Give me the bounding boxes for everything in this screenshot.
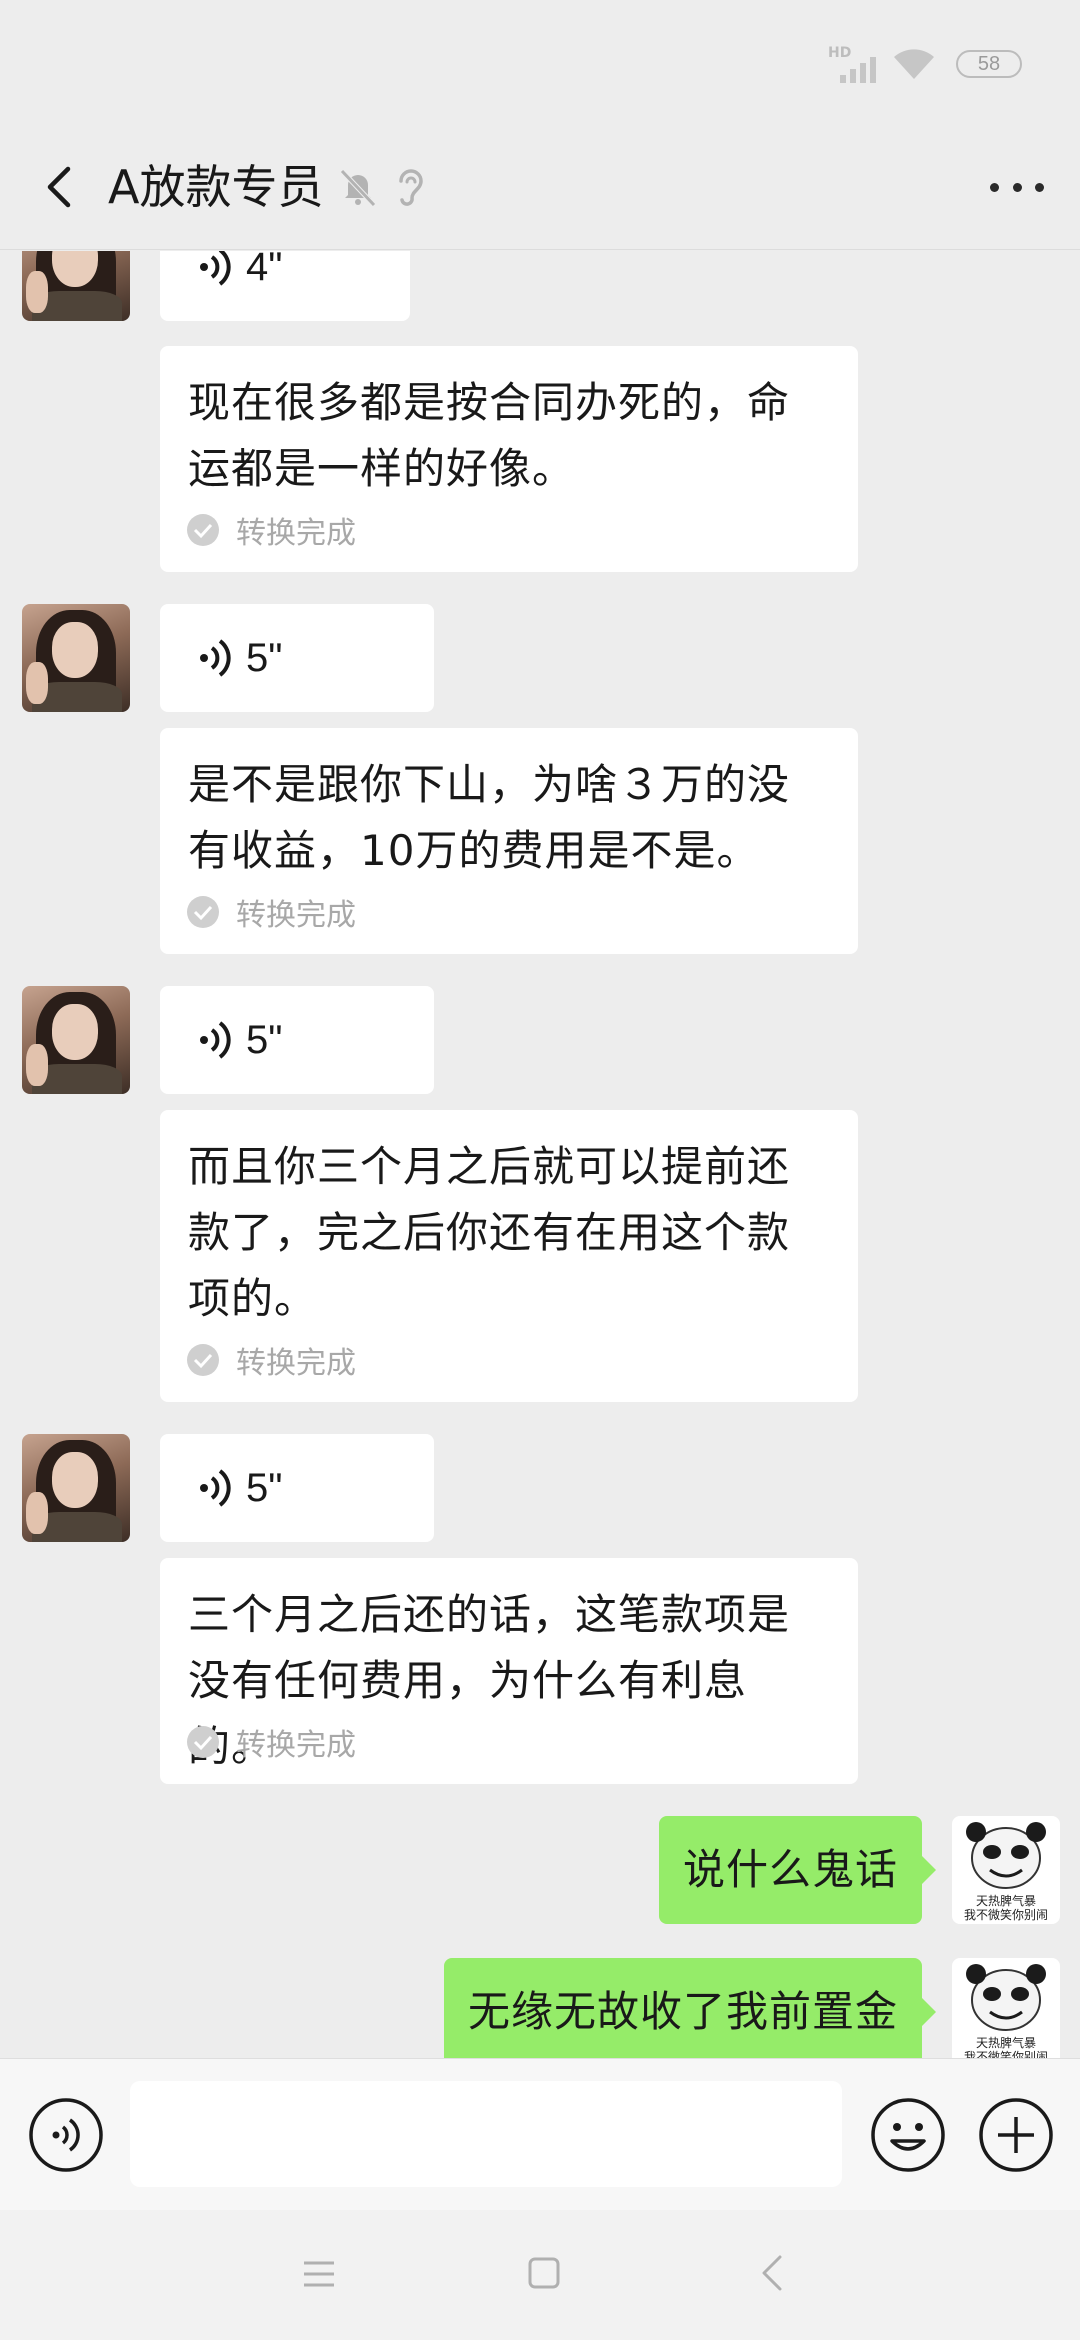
voice-transcript-bubble[interactable]: 是不是跟你下山，为啥３万的没有收益，10万的费用是不是。 转换完成 [160,728,858,954]
contact-avatar[interactable] [22,986,130,1094]
wifi-icon [894,49,934,79]
message-input-bar [0,2058,1080,2210]
voice-duration: 5" [246,635,283,680]
avatar-caption: 我不微笑你别闹 [963,1908,1048,1922]
avatar-caption: 天热脾气暴 [975,2036,1036,2050]
status-bar: HD 58 [0,0,1080,125]
more-icon[interactable] [982,171,1052,203]
avatar-caption: 天热脾气暴 [975,1894,1036,1908]
voice-message-bubble[interactable]: 5" [160,986,434,1094]
contact-avatar[interactable] [22,251,130,321]
avatar-caption: 我不微笑你别闹 [963,2050,1048,2058]
chat-header: A放款专员 [0,125,1080,250]
battery-indicator: 58 [956,50,1022,78]
voice-transcript-bubble[interactable]: 三个月之后还的话，这笔款项是没有任何费用，为什么有利息的。 转换完成 [160,1558,858,1784]
transcript-status-label: 转换完成 [236,1346,356,1381]
voice-wave-icon [200,639,231,677]
mute-icon [340,169,376,207]
home-icon[interactable] [528,2256,560,2290]
back-nav-icon[interactable] [760,2254,784,2292]
voice-toggle-icon[interactable] [28,2097,104,2173]
transcript-status: 转换完成 [186,1720,356,1764]
message-input[interactable] [130,2081,842,2187]
menu-icon[interactable] [302,2258,336,2290]
chat-title: A放款专员 [108,160,324,214]
voice-message-bubble[interactable]: 4" [160,251,410,321]
transcript-status-label: 转换完成 [236,1728,356,1763]
signal-icon: HD [828,45,876,83]
transcript-status: 转换完成 [186,508,356,552]
voice-duration: 5" [246,1465,283,1510]
check-circle-icon [187,1344,219,1376]
ear-icon [399,169,423,206]
transcript-text: 而且你三个月之后就可以提前还款了，完之后你还有在用这个款项的。 [188,1142,791,1323]
chat-message-list[interactable]: 4" 现在很多都是按合同办死的，命运都是一样的好像。 转换完成 5" 是不是跟你… [0,251,1080,2058]
contact-avatar[interactable] [22,604,130,712]
contact-avatar[interactable] [22,1434,130,1542]
voice-wave-icon [200,1469,231,1507]
transcript-text: 是不是跟你下山，为啥３万的没有收益，10万的费用是不是。 [188,760,791,875]
plus-icon[interactable] [978,2097,1054,2173]
transcript-status: 转换完成 [186,890,356,934]
voice-transcript-bubble[interactable]: 而且你三个月之后就可以提前还款了，完之后你还有在用这个款项的。 转换完成 [160,1110,858,1402]
voice-message-bubble[interactable]: 5" [160,604,434,712]
panda-meme-icon [966,1964,1046,2031]
voice-wave-icon [200,1021,231,1059]
back-icon[interactable] [30,155,94,219]
check-circle-icon [187,1726,219,1758]
transcript-text: 现在很多都是按合同办死的，命运都是一样的好像。 [188,378,791,493]
transcript-status-label: 转换完成 [236,898,356,933]
transcript-status-label: 转换完成 [236,516,356,551]
voice-transcript-bubble[interactable]: 现在很多都是按合同办死的，命运都是一样的好像。 转换完成 [160,346,858,572]
my-avatar[interactable]: 天热脾气暴 我不微笑你别闹 [952,1816,1060,1924]
voice-wave-icon [200,251,231,286]
my-message-bubble[interactable]: 无缘无故收了我前置金 [443,1958,937,2058]
voice-duration: 4" [246,251,283,289]
system-navigation-bar [0,2210,1080,2340]
panda-meme-icon [966,1822,1046,1889]
transcript-status: 转换完成 [186,1338,356,1382]
check-circle-icon [187,514,219,546]
voice-duration: 5" [246,1017,283,1062]
check-circle-icon [187,896,219,928]
voice-message-bubble[interactable]: 5" [160,1434,434,1542]
my-avatar[interactable]: 天热脾气暴 我不微笑你别闹 [952,1958,1060,2058]
status-icons: HD 58 [828,44,1022,84]
my-message-bubble[interactable]: 说什么鬼话 [658,1816,937,1924]
emoji-icon[interactable] [870,2097,946,2173]
